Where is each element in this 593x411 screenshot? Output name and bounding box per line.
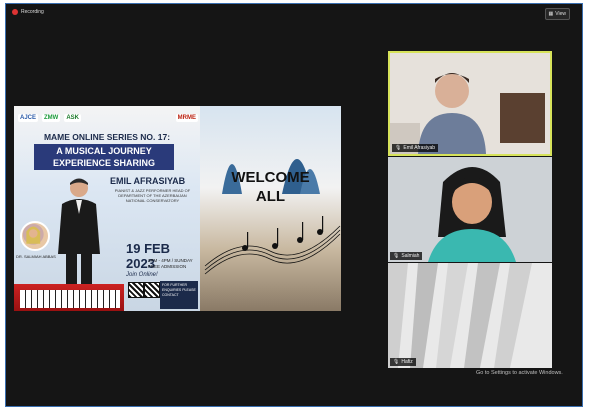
join-online-label: Join Online! <box>126 272 158 278</box>
participant-3-video <box>388 263 552 368</box>
welcome-text: WELCOME ALL <box>200 168 341 206</box>
participant-video-1[interactable]: 🎙 Emil Afrasiyab <box>388 51 552 156</box>
recording-label: Recording <box>21 9 44 15</box>
welcome-slide: WELCOME ALL <box>200 106 341 311</box>
music-notes-icon <box>204 216 341 275</box>
participant-name: Salmiah <box>401 253 420 259</box>
view-label: View <box>555 11 566 17</box>
qr-code-icon <box>128 282 144 298</box>
meeting-window: Recording ▦ View AJCE ZMW ASK MRME MAME … <box>5 3 583 407</box>
qr-code-icon <box>144 282 160 298</box>
event-poster: AJCE ZMW ASK MRME MAME ONLINE SERIES NO.… <box>14 106 200 311</box>
meeting-top-bar: Recording ▦ View <box>6 4 582 22</box>
mic-icon: 🎙 <box>393 253 400 259</box>
event-time: 2PM - 4PM / SUNDAY FREE ADMISSION <box>148 258 193 269</box>
participant-name: Emil Afrasiyab <box>403 145 436 151</box>
speaker-name: DR. SALMIAH ABBAS <box>16 254 56 259</box>
speaker-photo <box>20 221 50 251</box>
poster-logos: AJCE ZMW ASK MRME <box>18 112 198 124</box>
mic-icon: 🎙 <box>393 359 400 365</box>
view-button[interactable]: ▦ View <box>544 8 570 20</box>
logo-zmw: ZMW <box>42 114 61 122</box>
grid-icon: ▦ <box>548 11 554 17</box>
logo-ask: ASK <box>64 114 82 122</box>
activate-windows-watermark: Go to Settings to activate Windows. <box>476 370 563 376</box>
participant-name-tag: 🎙 Emil Afrasiyab <box>392 144 439 152</box>
recording-indicator[interactable]: Recording <box>12 9 44 15</box>
logo-mrme: MRME <box>175 114 198 122</box>
poster-subtitle: A MUSICAL JOURNEY EXPERIENCE SHARING <box>34 144 174 170</box>
performer-description: PIANIST & JAZZ PERFORMER HEAD OF DEPARTM… <box>114 188 191 203</box>
participant-name: Hafiz <box>401 359 413 365</box>
piano-keys <box>20 290 120 308</box>
participant-2-video <box>388 157 552 262</box>
enquiry-info: FOR FURTHER ENQUIRIES PLEASE CONTACT <box>160 281 198 309</box>
logo-ajce: AJCE <box>18 114 39 122</box>
series-title: MAME ONLINE SERIES NO. 17: <box>43 132 171 142</box>
participant-1-video <box>390 53 550 154</box>
welcome-line1: WELCOME <box>231 169 310 186</box>
participant-video-2[interactable]: 🎙 Salmiah <box>388 157 552 262</box>
participant-name-tag: 🎙 Salmiah <box>390 252 423 260</box>
performer-name: EMIL AFRASIYAB <box>110 176 186 186</box>
record-dot-icon <box>12 9 18 15</box>
participant-video-3[interactable]: 🎙 Hafiz <box>388 263 552 368</box>
mic-icon: 🎙 <box>395 145 402 151</box>
participant-name-tag: 🎙 Hafiz <box>390 358 416 366</box>
performer-photo <box>58 178 100 284</box>
shared-screen: AJCE ZMW ASK MRME MAME ONLINE SERIES NO.… <box>14 106 341 311</box>
welcome-line2: ALL <box>255 188 286 205</box>
